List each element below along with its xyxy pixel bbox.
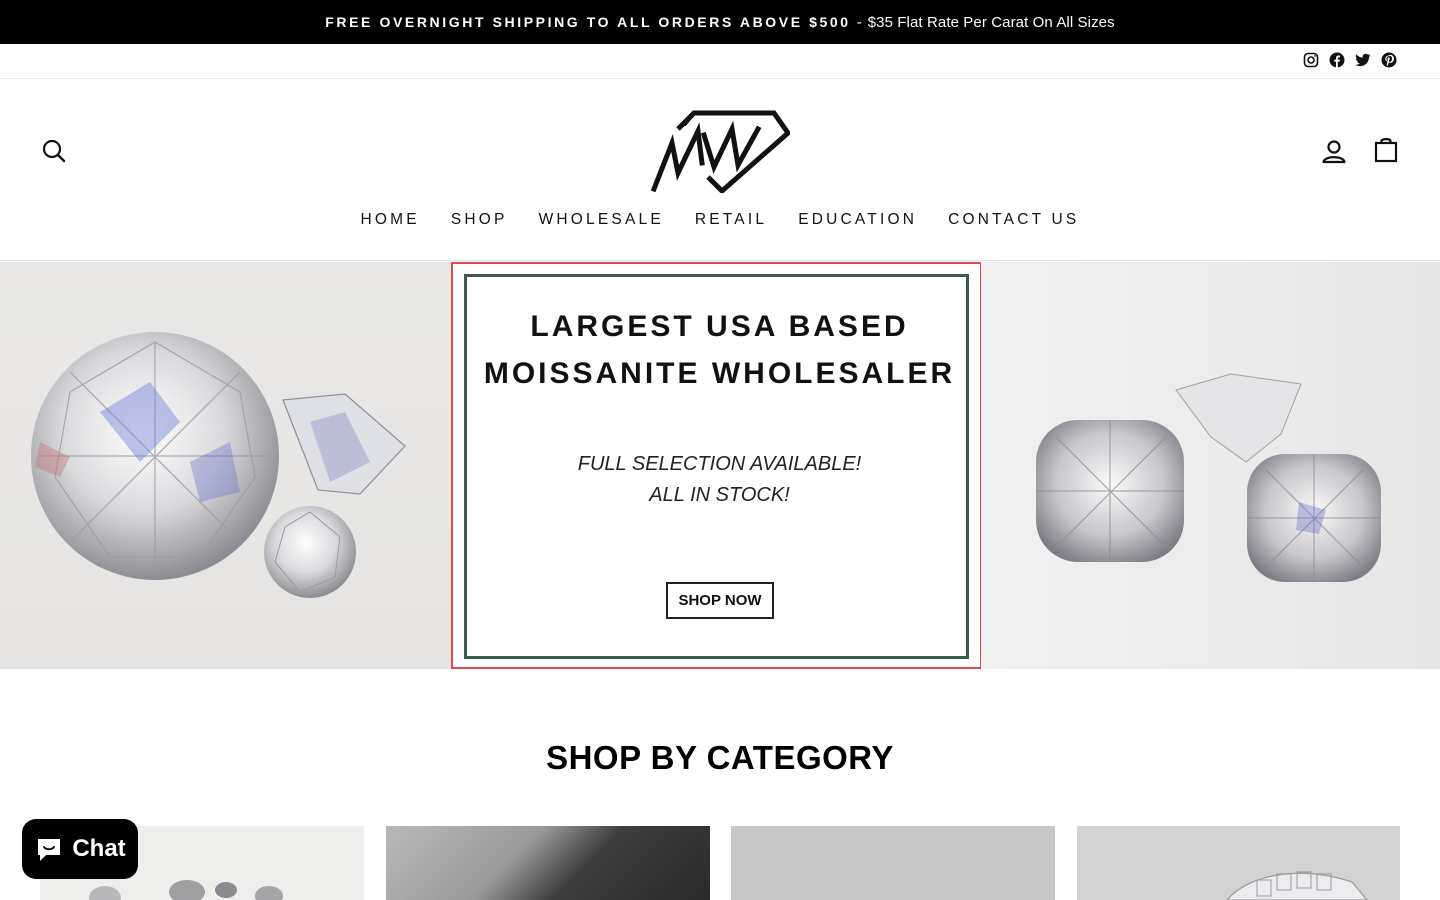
nav-shop[interactable]: SHOP [451,211,508,229]
account-icon [1322,140,1346,164]
category-tile[interactable] [731,826,1055,900]
site-header: HOME SHOP WHOLESALE RETAIL EDUCATION CON… [0,79,1440,261]
hero-title-line1: LARGEST USA BASED [530,310,909,343]
twitter-icon[interactable] [1355,52,1371,68]
account-button[interactable] [1319,137,1349,167]
hero-subtitle-line1: FULL SELECTION AVAILABLE! [577,453,862,475]
announcement-strong: FREE OVERNIGHT SHIPPING TO ALL ORDERS AB… [325,14,851,30]
hero-image-left [0,262,452,669]
category-tile[interactable] [1077,826,1400,900]
hero-card-inner: LARGEST USA BASED MOISSANITE WHOLESALER … [464,274,969,659]
search-icon [42,139,66,163]
nav-retail[interactable]: RETAIL [695,211,767,229]
nav-education[interactable]: EDUCATION [798,211,917,229]
hero-subtitle: FULL SELECTION AVAILABLE! ALL IN STOCK! [467,449,972,511]
hero-subtitle-line2: ALL IN STOCK! [649,484,790,506]
instagram-icon[interactable] [1303,52,1319,68]
hero-image-right [981,262,1440,669]
announcement-bar: FREE OVERNIGHT SHIPPING TO ALL ORDERS AB… [0,0,1440,44]
announcement-rest: $35 Flat Rate Per Carat On All Sizes [867,13,1115,31]
chat-button[interactable]: Chat [22,819,138,879]
category-tile[interactable] [386,826,710,900]
category-grid [40,826,1400,900]
announcement-separator: - [856,13,862,31]
nav-contact-us[interactable]: CONTACT US [948,211,1079,229]
section-title: SHOP BY CATEGORY [546,739,894,776]
chat-bubble-icon [38,839,61,861]
search-button[interactable] [39,136,69,166]
nav-wholesale[interactable]: WHOLESALE [539,211,664,229]
nav-home[interactable]: HOME [361,211,420,229]
cart-icon [1374,138,1398,163]
social-bar [0,44,1440,79]
social-icons [1303,52,1397,68]
pinterest-icon[interactable] [1381,52,1397,68]
main-nav: HOME SHOP WHOLESALE RETAIL EDUCATION CON… [0,211,1440,229]
shop-now-button[interactable]: SHOP NOW [666,582,774,619]
hero-title: LARGEST USA BASED MOISSANITE WHOLESALER [467,303,972,397]
hero-card: LARGEST USA BASED MOISSANITE WHOLESALER … [451,262,982,669]
hero-title-line2: MOISSANITE WHOLESALER [483,357,956,390]
facebook-icon[interactable] [1329,52,1345,68]
cart-button[interactable] [1371,135,1401,165]
hero-banner[interactable]: LARGEST USA BASED MOISSANITE WHOLESALER … [0,262,1440,669]
chat-label: Chat [72,835,126,862]
site-logo[interactable] [648,107,792,195]
